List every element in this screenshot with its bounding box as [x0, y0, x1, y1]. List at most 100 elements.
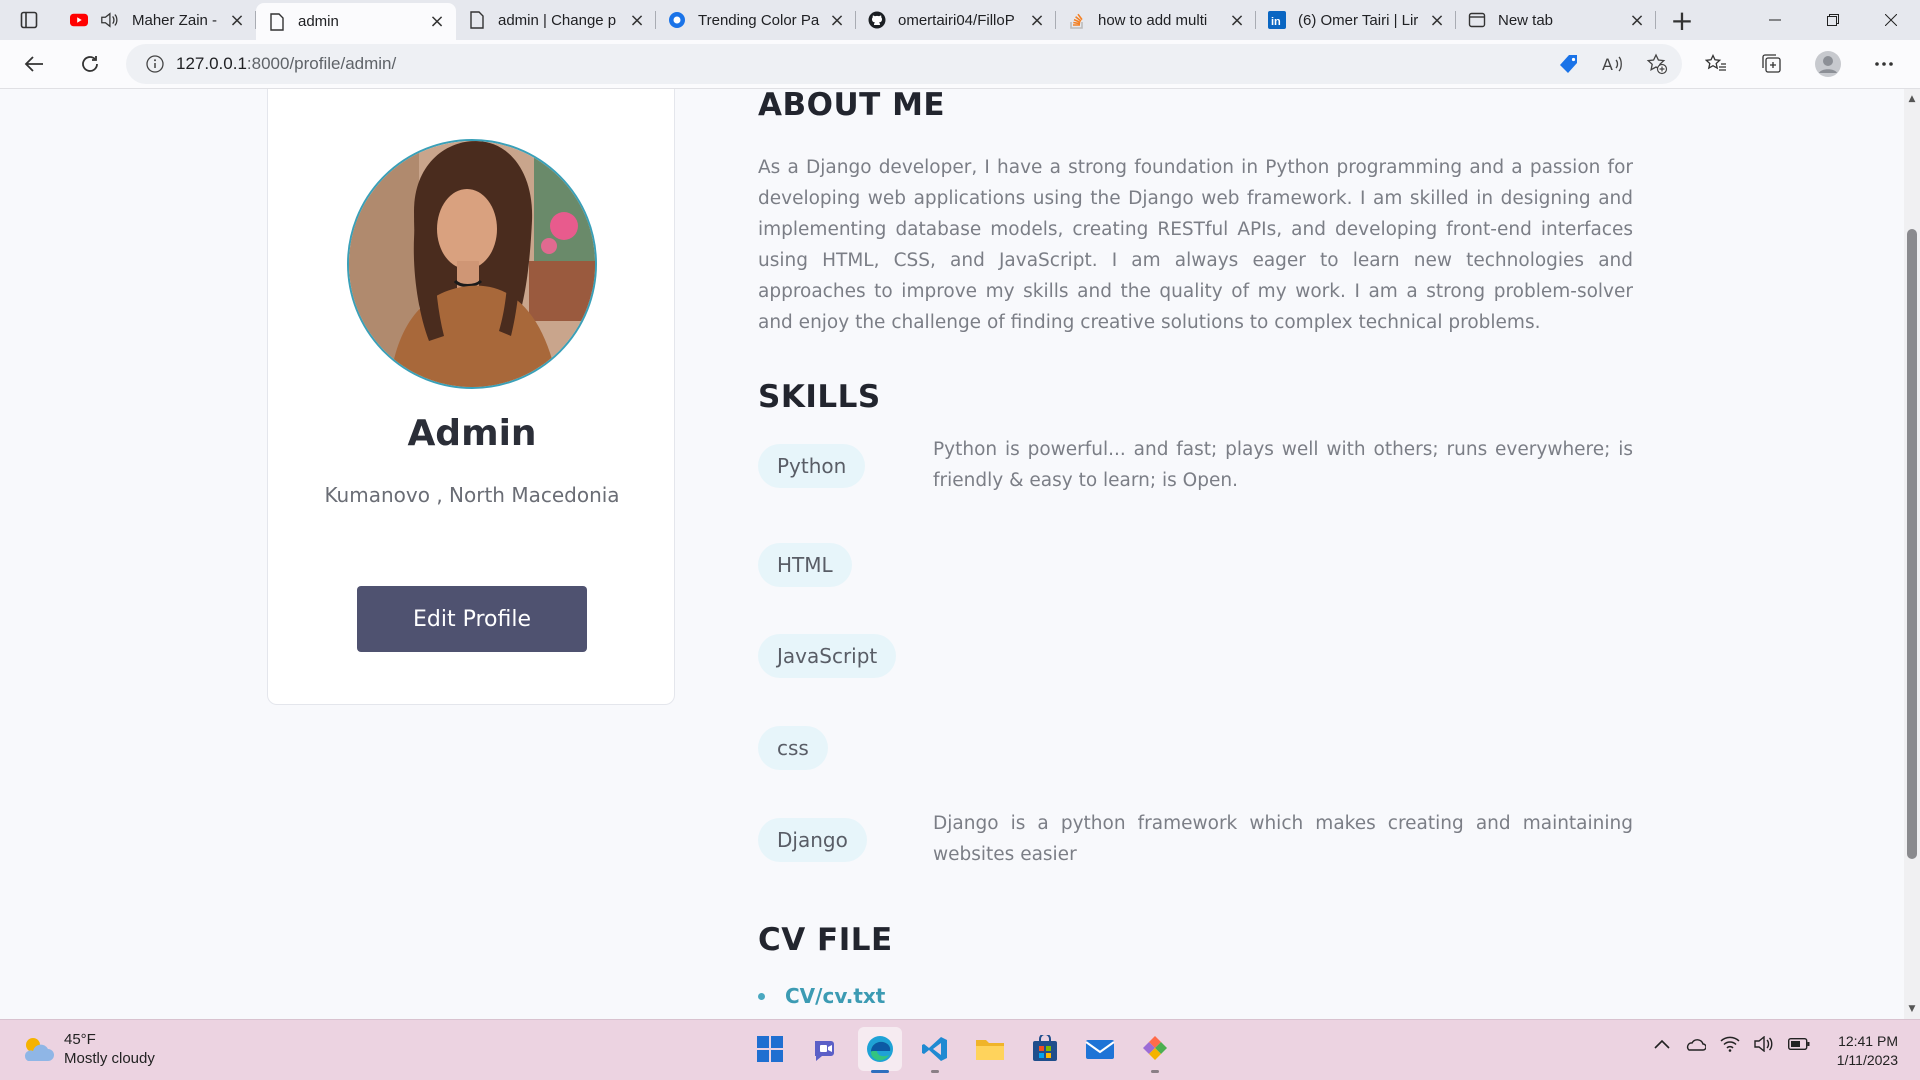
weather-widget[interactable]: 45°F Mostly cloudy [20, 1030, 155, 1068]
close-icon[interactable]: × [628, 10, 646, 31]
windows-icon [757, 1036, 783, 1062]
settings-menu-button[interactable] [1862, 42, 1906, 86]
wifi-icon[interactable] [1720, 1036, 1740, 1052]
tab-title: omertairi04/FilloP [898, 11, 1015, 29]
skill-description: Django is a python framework which makes… [933, 813, 1633, 865]
profile-card: Admin Kumanovo , North Macedonia Edit Pr… [267, 89, 675, 705]
profile-button[interactable] [1806, 42, 1850, 86]
skill-badge: Python [758, 444, 866, 488]
store-icon [1033, 1035, 1057, 1061]
chrome-web-icon [668, 11, 686, 29]
start-button[interactable] [748, 1027, 792, 1071]
add-favorite-icon[interactable] [1646, 53, 1668, 75]
teams-chat-button[interactable] [803, 1027, 847, 1071]
cv-file-item: CV/cv.txt [758, 984, 885, 1008]
speaker-icon[interactable] [100, 11, 118, 29]
weather-condition: Mostly cloudy [64, 1050, 155, 1067]
profile-location: Kumanovo , North Macedonia [324, 483, 620, 507]
more-icon [1875, 62, 1893, 66]
git-app-button[interactable] [1133, 1027, 1177, 1073]
svg-text:in: in [1271, 16, 1281, 28]
profile-name: Admin [407, 413, 537, 454]
back-arrow-icon [24, 56, 43, 72]
stackoverflow-icon [1068, 11, 1086, 29]
close-icon[interactable]: × [428, 11, 446, 32]
tab-youtube[interactable]: Maher Zain - × [58, 3, 256, 37]
vscode-button[interactable] [913, 1027, 957, 1073]
shopping-tag-icon[interactable] [1558, 53, 1580, 75]
restore-button[interactable] [1804, 0, 1862, 40]
tab-admin-change[interactable]: admin | Change p × [456, 3, 656, 37]
close-icon[interactable]: × [1028, 10, 1046, 31]
address-bar[interactable]: 127.0.0.1:8000/profile/admin/ A [126, 44, 1682, 84]
svg-text:A: A [1602, 55, 1613, 74]
cv-file-link[interactable]: CV/cv.txt [785, 984, 885, 1008]
chat-icon [815, 1041, 834, 1061]
close-icon[interactable]: × [828, 10, 846, 31]
chevron-up-icon[interactable] [1654, 1039, 1670, 1049]
close-icon[interactable]: × [1428, 10, 1446, 31]
restore-icon [1827, 14, 1839, 26]
tab-actions-button[interactable] [0, 0, 58, 40]
skill-badge: HTML [758, 543, 852, 587]
url-text[interactable]: 127.0.0.1:8000/profile/admin/ [176, 54, 396, 74]
github-icon [868, 11, 886, 29]
window-controls [1746, 0, 1920, 40]
refresh-button[interactable] [68, 42, 112, 86]
tab-github[interactable]: omertairi04/FilloP × [856, 3, 1056, 37]
tab-title: admin | Change p [498, 11, 617, 29]
tab-strip: Maher Zain - × admin × admin | Change p … [0, 0, 1920, 40]
skills-heading: SKILLS [758, 379, 881, 415]
weather-temperature: 45°F [64, 1031, 96, 1048]
running-indicator [931, 1070, 939, 1073]
favorites-button[interactable] [1694, 42, 1738, 86]
file-explorer-button[interactable] [968, 1027, 1012, 1071]
new-tab-button[interactable]: + [1662, 0, 1702, 40]
tab-trending-colors[interactable]: Trending Color Pa × [656, 3, 856, 37]
page-icon [268, 12, 286, 31]
mail-button[interactable] [1078, 1027, 1122, 1071]
site-info-icon[interactable] [146, 55, 164, 73]
tab-title: Trending Color Pa [698, 11, 820, 29]
tab-new-tab[interactable]: New tab × [1456, 3, 1656, 37]
skill-badge: JavaScript [758, 634, 897, 678]
close-icon[interactable]: × [228, 10, 246, 31]
battery-icon[interactable] [1788, 1038, 1810, 1050]
scroll-down-icon[interactable]: ▼ [1906, 1003, 1918, 1015]
edge-browser-button[interactable] [858, 1027, 902, 1073]
onedrive-icon[interactable] [1684, 1037, 1706, 1051]
cv-file-list: CV/cv.txt [758, 984, 885, 1008]
running-indicator [1151, 1070, 1159, 1073]
profile-photo [347, 139, 597, 389]
page-scrollbar[interactable]: ▲ ▼ [1904, 89, 1920, 1019]
folder-icon [976, 1040, 1004, 1060]
cv-heading: CV FILE [758, 922, 893, 958]
refresh-icon [82, 56, 98, 72]
tab-title: admin [298, 13, 339, 30]
close-window-button[interactable] [1862, 0, 1920, 40]
tab-stackoverflow[interactable]: how to add multi × [1056, 3, 1256, 37]
close-window-icon [1885, 14, 1897, 26]
mail-icon [1085, 1040, 1115, 1059]
taskbar-apps [748, 1027, 1177, 1073]
close-icon[interactable]: × [1628, 10, 1646, 31]
skill-description: Python is powerful... and fast; plays we… [933, 439, 1633, 491]
read-aloud-icon[interactable]: A [1602, 54, 1624, 74]
scroll-up-icon[interactable]: ▲ [1906, 93, 1918, 105]
tab-admin[interactable]: admin × [256, 3, 456, 40]
microsoft-store-button[interactable] [1023, 1027, 1067, 1071]
linkedin-icon: in [1268, 11, 1286, 29]
taskbar: 45°F Mostly cloudy 12:41 PM 1/11/2023 [0, 1019, 1920, 1080]
skill-badge: Django [758, 818, 867, 862]
browser-toolbar: 127.0.0.1:8000/profile/admin/ A [0, 40, 1920, 89]
url-path: :8000/profile/admin/ [246, 54, 397, 73]
clock[interactable]: 12:41 PM 1/11/2023 [1837, 1032, 1898, 1070]
edit-profile-button[interactable]: Edit Profile [357, 586, 587, 652]
volume-icon[interactable] [1754, 1036, 1774, 1052]
minimize-button[interactable] [1746, 0, 1804, 40]
scrollbar-thumb[interactable] [1907, 229, 1917, 859]
collections-button[interactable] [1750, 42, 1794, 86]
tab-linkedin[interactable]: in (6) Omer Tairi | Lir × [1256, 3, 1456, 37]
back-button[interactable] [12, 42, 56, 86]
close-icon[interactable]: × [1228, 10, 1246, 31]
